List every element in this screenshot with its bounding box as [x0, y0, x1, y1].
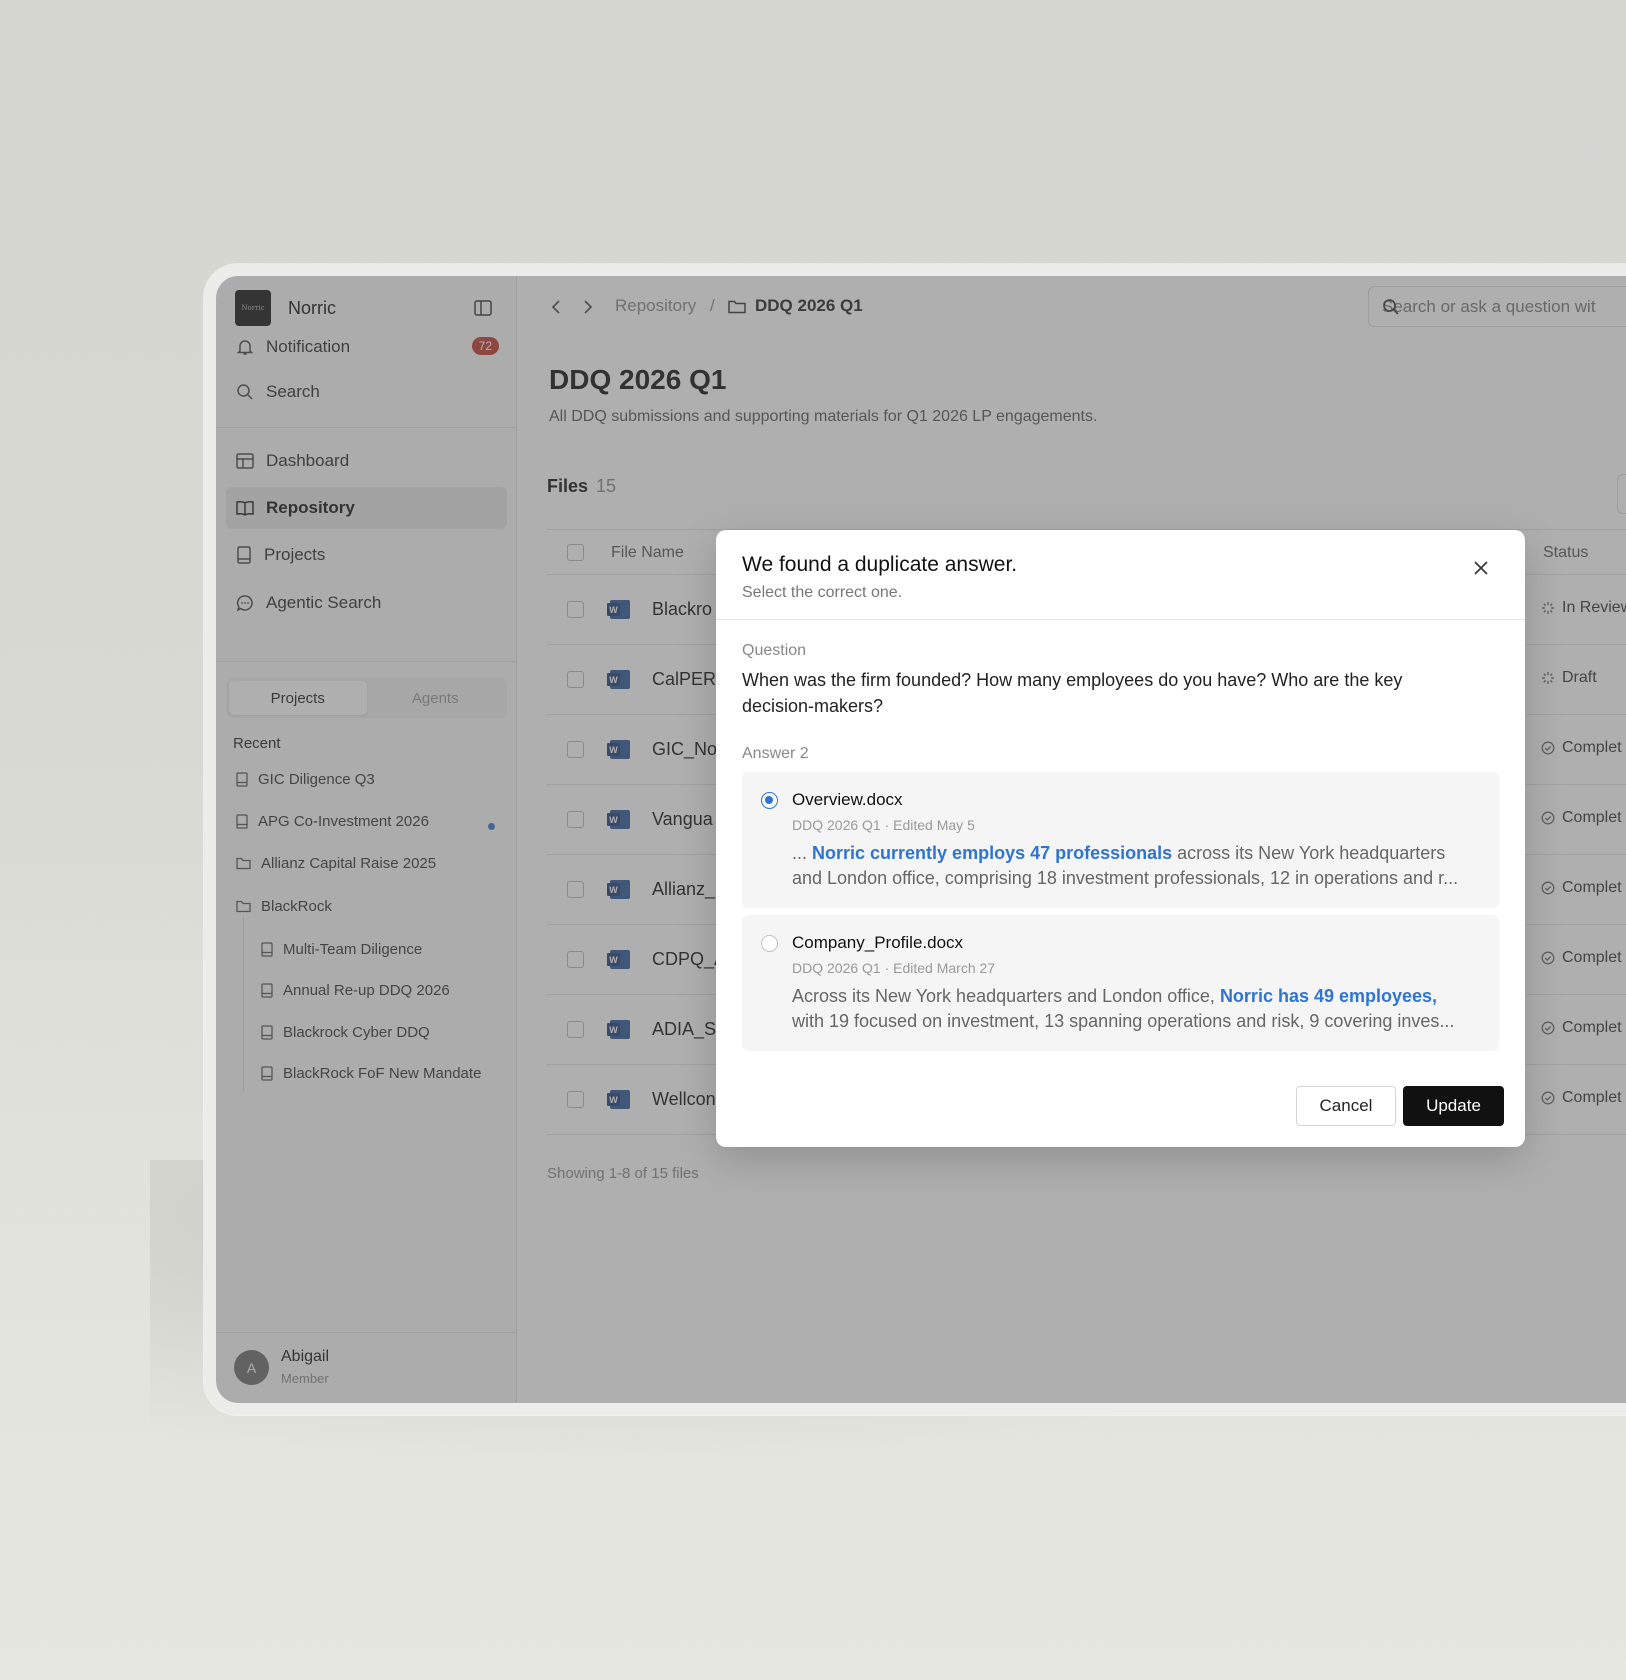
answer-meta: DDQ 2026 Q1 · Edited March 27: [792, 960, 996, 976]
question-label: Question: [742, 642, 807, 659]
excerpt-suffix: across its New York headquarters: [1172, 843, 1446, 863]
answer-excerpt: Across its New York headquarters and Lon…: [792, 984, 1482, 1034]
question-text: When was the firm founded? How many empl…: [742, 670, 1403, 716]
close-icon[interactable]: [1473, 560, 1489, 576]
answer-excerpt: ... Norric currently employs 47 professi…: [792, 841, 1482, 891]
answer-label: Answer 2: [742, 745, 809, 762]
dialog-subtitle: Select the correct one.: [742, 584, 903, 601]
cancel-button[interactable]: Cancel: [1296, 1086, 1396, 1126]
answer-option[interactable]: Company_Profile.docx DDQ 2026 Q1 · Edite…: [742, 915, 1499, 1051]
duplicate-answer-dialog: We found a duplicate answer. Select the …: [716, 530, 1525, 1147]
update-button[interactable]: Update: [1403, 1086, 1504, 1126]
answer-option[interactable]: Overview.docx DDQ 2026 Q1 · Edited May 5…: [742, 772, 1499, 908]
answer-radio[interactable]: [761, 935, 778, 952]
answer-file-name: Company_Profile.docx: [792, 933, 964, 952]
excerpt-highlight: Norric currently employs 47 professional…: [812, 843, 1173, 863]
excerpt-line-2: with 19 focused on investment, 13 spanni…: [792, 1011, 1455, 1031]
excerpt-line-2: and London office, comprising 18 investm…: [792, 868, 1459, 888]
excerpt-line: Across its New York headquarters and Lon…: [792, 984, 1482, 1009]
dialog-divider: [716, 619, 1525, 620]
answer-radio[interactable]: [761, 792, 778, 809]
answer-file-name: Overview.docx: [792, 790, 903, 809]
answer-meta: DDQ 2026 Q1 · Edited May 5: [792, 817, 975, 833]
excerpt-prefix: ...: [792, 843, 813, 863]
excerpt-prefix: Across its New York headquarters and Lon…: [792, 986, 1220, 1006]
dialog-title: We found a duplicate answer.: [742, 553, 1018, 576]
excerpt-highlight: Norric has 49 employees,: [1219, 986, 1438, 1006]
excerpt-line: ... Norric currently employs 47 professi…: [792, 841, 1482, 866]
